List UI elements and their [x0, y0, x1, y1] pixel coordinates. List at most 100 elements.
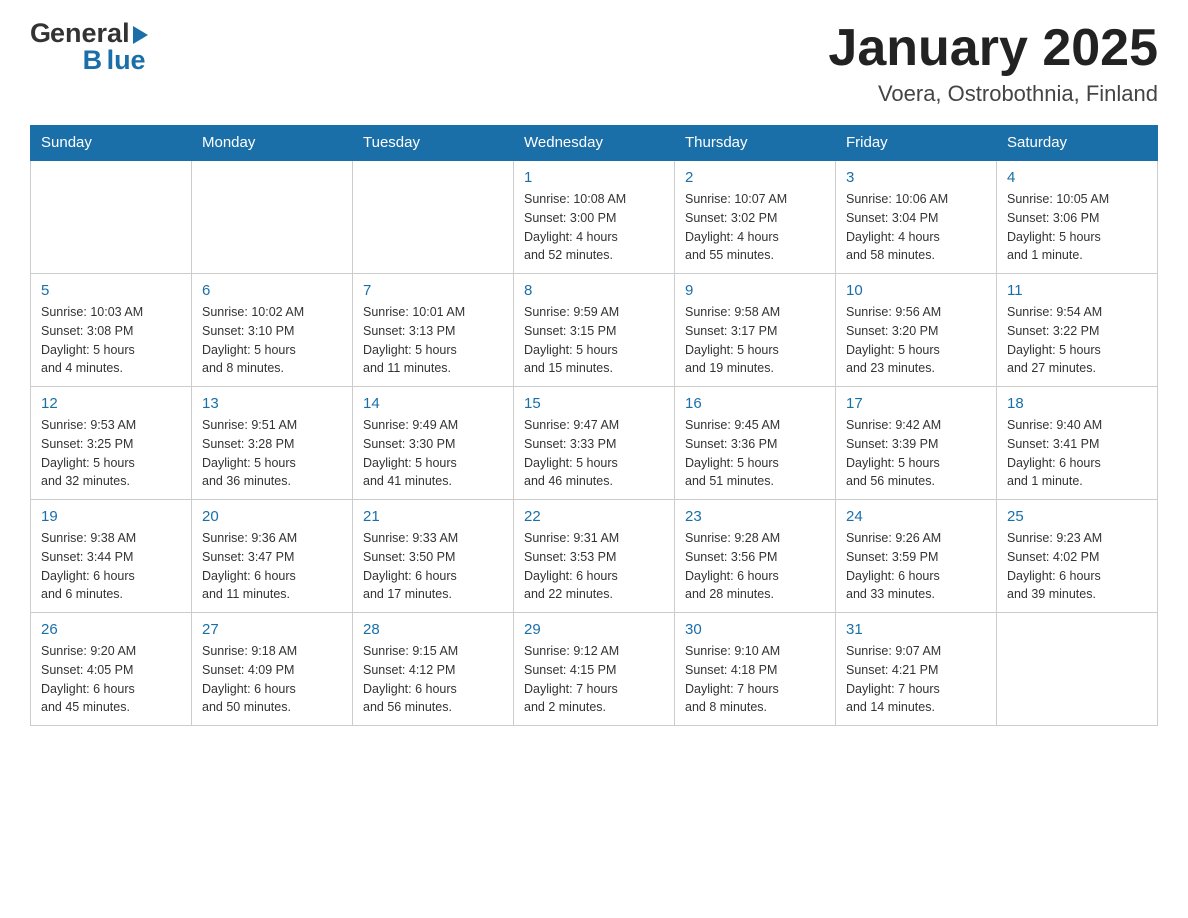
- table-row: 24Sunrise: 9:26 AM Sunset: 3:59 PM Dayli…: [836, 500, 997, 613]
- table-row: 14 Sunrise: 9:49 AM Sunset: 3:30 PM Dayli…: [353, 387, 514, 500]
- day-number: 13: [202, 395, 342, 412]
- calendar-week-1: 1 Sunrise: 10:08 AM Sunset: 3:00 PM Dayli…: [31, 160, 1158, 274]
- logo-blue-b: B: [83, 45, 103, 75]
- day-info: Sunrise: 9:53 AM Sunset: 3:25 PM Dayligh…: [41, 416, 181, 491]
- calendar-week-2: 5 Sunrise: 10:03 AM Sunset: 3:08 PM Dayli…: [31, 274, 1158, 387]
- table-row: 11 Sunrise: 9:54 AM Sunset: 3:22 PM Dayli…: [997, 274, 1158, 387]
- day-number: 12: [41, 395, 181, 412]
- header-day-saturday: Saturday: [997, 126, 1158, 161]
- logo-general-g: G: [30, 20, 50, 47]
- day-info: Sunrise: 9:49 AM Sunset: 3:30 PM Dayligh…: [363, 416, 503, 491]
- day-info: Sunrise: 10:08 AM Sunset: 3:00 PM Daylig…: [524, 190, 664, 265]
- day-number: 15: [524, 395, 664, 412]
- day-number: 19: [41, 508, 181, 525]
- day-info: Sunrise: 9:40 AM Sunset: 3:41 PM Dayligh…: [1007, 416, 1147, 491]
- table-row: 13 Sunrise: 9:51 AM Sunset: 3:28 PM Dayli…: [192, 387, 353, 500]
- day-info: Sunrise: 9:36 AM Sunset: 3:47 PM Dayligh…: [202, 529, 342, 604]
- day-info: Sunrise: 10:03 AM Sunset: 3:08 PM Daylig…: [41, 303, 181, 378]
- day-info: Sunrise: 10:07 AM Sunset: 3:02 PM Daylig…: [685, 190, 825, 265]
- day-info: Sunrise: 9:18 AM Sunset: 4:09 PM Dayligh…: [202, 642, 342, 717]
- day-info: Sunrise: 9:42 AM Sunset: 3:39 PM Dayligh…: [846, 416, 986, 491]
- table-row: 6 Sunrise: 10:02 AM Sunset: 3:10 PM Dayli…: [192, 274, 353, 387]
- day-info: Sunrise: 9:10 AM Sunset: 4:18 PM Dayligh…: [685, 642, 825, 717]
- day-info: Sunrise: 10:02 AM Sunset: 3:10 PM Daylig…: [202, 303, 342, 378]
- table-row: 7 Sunrise: 10:01 AM Sunset: 3:13 PM Dayli…: [353, 274, 514, 387]
- table-row: 10 Sunrise: 9:56 AM Sunset: 3:20 PM Dayli…: [836, 274, 997, 387]
- table-row: 21 Sunrise: 9:33 AM Sunset: 3:50 PM Dayli…: [353, 500, 514, 613]
- table-row: 20Sunrise: 9:36 AM Sunset: 3:47 PM Dayli…: [192, 500, 353, 613]
- calendar-subtitle: Voera, Ostrobothnia, Finland: [828, 81, 1158, 107]
- table-row: 25Sunrise: 9:23 AM Sunset: 4:02 PM Dayli…: [997, 500, 1158, 613]
- table-row: 2 Sunrise: 10:07 AM Sunset: 3:02 PM Dayli…: [675, 160, 836, 274]
- day-info: Sunrise: 9:07 AM Sunset: 4:21 PM Dayligh…: [846, 642, 986, 717]
- calendar-body: 1 Sunrise: 10:08 AM Sunset: 3:00 PM Dayli…: [31, 160, 1158, 726]
- day-number: 5: [41, 282, 181, 299]
- calendar-week-3: 12 Sunrise: 9:53 AM Sunset: 3:25 PM Dayli…: [31, 387, 1158, 500]
- day-info: Sunrise: 9:56 AM Sunset: 3:20 PM Dayligh…: [846, 303, 986, 378]
- day-number: 18: [1007, 395, 1147, 412]
- day-number: 8: [524, 282, 664, 299]
- calendar-table: SundayMondayTuesdayWednesdayThursdayFrid…: [30, 125, 1158, 726]
- day-number: 10: [846, 282, 986, 299]
- day-info: Sunrise: 9:33 AM Sunset: 3:50 PM Dayligh…: [363, 529, 503, 604]
- calendar-header-row: SundayMondayTuesdayWednesdayThursdayFrid…: [31, 126, 1158, 161]
- day-number: 25: [1007, 508, 1147, 525]
- day-number: 21: [363, 508, 503, 525]
- day-info: Sunrise: 9:59 AM Sunset: 3:15 PM Dayligh…: [524, 303, 664, 378]
- day-number: 4: [1007, 169, 1147, 186]
- table-row: 8 Sunrise: 9:59 AM Sunset: 3:15 PM Daylig…: [514, 274, 675, 387]
- day-number: 14: [363, 395, 503, 412]
- day-info: Sunrise: 9:15 AM Sunset: 4:12 PM Dayligh…: [363, 642, 503, 717]
- day-number: 26: [41, 621, 181, 638]
- calendar-week-4: 19 Sunrise: 9:38 AM Sunset: 3:44 PM Dayli…: [31, 500, 1158, 613]
- table-row: 17 Sunrise: 9:42 AM Sunset: 3:39 PM Dayli…: [836, 387, 997, 500]
- logo-triangle-icon: [133, 26, 148, 44]
- day-info: Sunrise: 9:26 AM Sunset: 3:59 PM Dayligh…: [846, 529, 986, 604]
- day-number: 31: [846, 621, 986, 638]
- day-number: 27: [202, 621, 342, 638]
- day-number: 1: [524, 169, 664, 186]
- day-number: 6: [202, 282, 342, 299]
- day-number: 22: [524, 508, 664, 525]
- day-number: 28: [363, 621, 503, 638]
- day-number: 11: [1007, 282, 1147, 299]
- logo-row2: B lue: [30, 47, 148, 74]
- day-info: Sunrise: 9:38 AM Sunset: 3:44 PM Dayligh…: [41, 529, 181, 604]
- table-row: [31, 160, 192, 274]
- header-day-tuesday: Tuesday: [353, 126, 514, 161]
- header-day-wednesday: Wednesday: [514, 126, 675, 161]
- table-row: 3 Sunrise: 10:06 AM Sunset: 3:04 PM Dayli…: [836, 160, 997, 274]
- calendar-title: January 2025: [828, 20, 1158, 77]
- day-number: 23: [685, 508, 825, 525]
- table-row: 26 Sunrise: 9:20 AM Sunset: 4:05 PM Dayli…: [31, 613, 192, 726]
- title-area: January 2025 Voera, Ostrobothnia, Finlan…: [828, 20, 1158, 107]
- day-info: Sunrise: 9:54 AM Sunset: 3:22 PM Dayligh…: [1007, 303, 1147, 378]
- day-number: 3: [846, 169, 986, 186]
- day-info: Sunrise: 9:45 AM Sunset: 3:36 PM Dayligh…: [685, 416, 825, 491]
- day-info: Sunrise: 10:06 AM Sunset: 3:04 PM Daylig…: [846, 190, 986, 265]
- day-number: 9: [685, 282, 825, 299]
- table-row: 18 Sunrise: 9:40 AM Sunset: 3:41 PM Dayli…: [997, 387, 1158, 500]
- day-number: 17: [846, 395, 986, 412]
- day-info: Sunrise: 9:31 AM Sunset: 3:53 PM Dayligh…: [524, 529, 664, 604]
- table-row: 12 Sunrise: 9:53 AM Sunset: 3:25 PM Dayli…: [31, 387, 192, 500]
- day-number: 29: [524, 621, 664, 638]
- day-info: Sunrise: 10:01 AM Sunset: 3:13 PM Daylig…: [363, 303, 503, 378]
- day-number: 16: [685, 395, 825, 412]
- table-row: [192, 160, 353, 274]
- table-row: 31 Sunrise: 9:07 AM Sunset: 4:21 PM Dayli…: [836, 613, 997, 726]
- table-row: 22 Sunrise: 9:31 AM Sunset: 3:53 PM Dayli…: [514, 500, 675, 613]
- day-info: Sunrise: 9:51 AM Sunset: 3:28 PM Dayligh…: [202, 416, 342, 491]
- calendar-header: SundayMondayTuesdayWednesdayThursdayFrid…: [31, 126, 1158, 161]
- table-row: 16 Sunrise: 9:45 AM Sunset: 3:36 PM Dayli…: [675, 387, 836, 500]
- day-info: Sunrise: 9:20 AM Sunset: 4:05 PM Dayligh…: [41, 642, 181, 717]
- calendar-week-5: 26 Sunrise: 9:20 AM Sunset: 4:05 PM Dayli…: [31, 613, 1158, 726]
- table-row: 29Sunrise: 9:12 AM Sunset: 4:15 PM Dayli…: [514, 613, 675, 726]
- table-row: 19 Sunrise: 9:38 AM Sunset: 3:44 PM Dayli…: [31, 500, 192, 613]
- logo-row1: G eneral: [30, 20, 148, 47]
- logo: G eneral B lue: [30, 20, 148, 74]
- day-number: 7: [363, 282, 503, 299]
- table-row: 5 Sunrise: 10:03 AM Sunset: 3:08 PM Dayli…: [31, 274, 192, 387]
- day-info: Sunrise: 9:47 AM Sunset: 3:33 PM Dayligh…: [524, 416, 664, 491]
- day-number: 2: [685, 169, 825, 186]
